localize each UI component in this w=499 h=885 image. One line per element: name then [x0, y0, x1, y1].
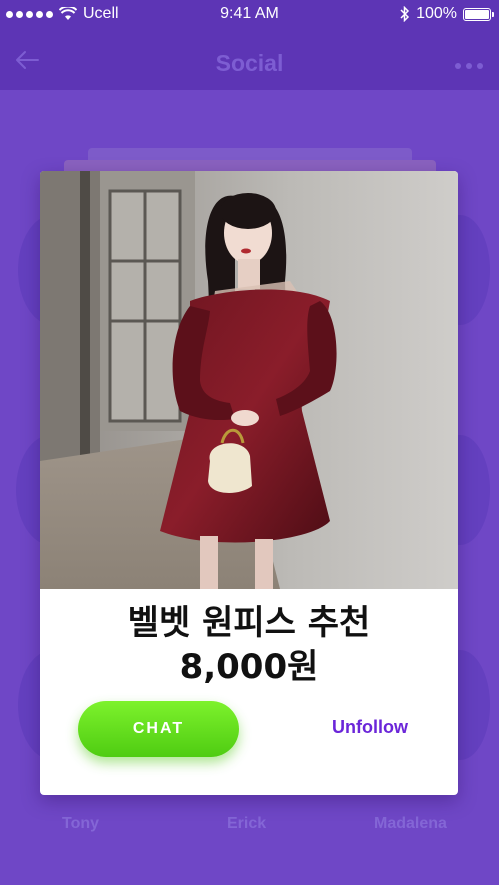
status-bar: Ucell 9:41 AM 100%: [0, 0, 499, 28]
background-user-name: Erick: [227, 815, 267, 832]
more-horizontal-icon[interactable]: [455, 63, 483, 69]
page-title: Social: [215, 50, 284, 76]
product-photo[interactable]: [40, 171, 458, 589]
chat-button[interactable]: CHAT: [78, 701, 239, 757]
unfollow-button[interactable]: Unfollow: [332, 717, 408, 738]
product-card: 벨벳 원피스 추천 8,000원 CHAT Unfollow: [40, 171, 458, 795]
product-title: 벨벳 원피스 추천: [127, 603, 371, 643]
product-price: 8,000원: [179, 647, 319, 687]
background-user-name: Madalena: [374, 815, 447, 832]
battery-icon: [463, 7, 494, 21]
background-user-name: Tony: [62, 815, 100, 832]
status-right: 100%: [400, 5, 494, 23]
battery-label: 100%: [416, 5, 457, 22]
bluetooth-icon: [400, 6, 410, 22]
header: Social: [0, 28, 499, 90]
